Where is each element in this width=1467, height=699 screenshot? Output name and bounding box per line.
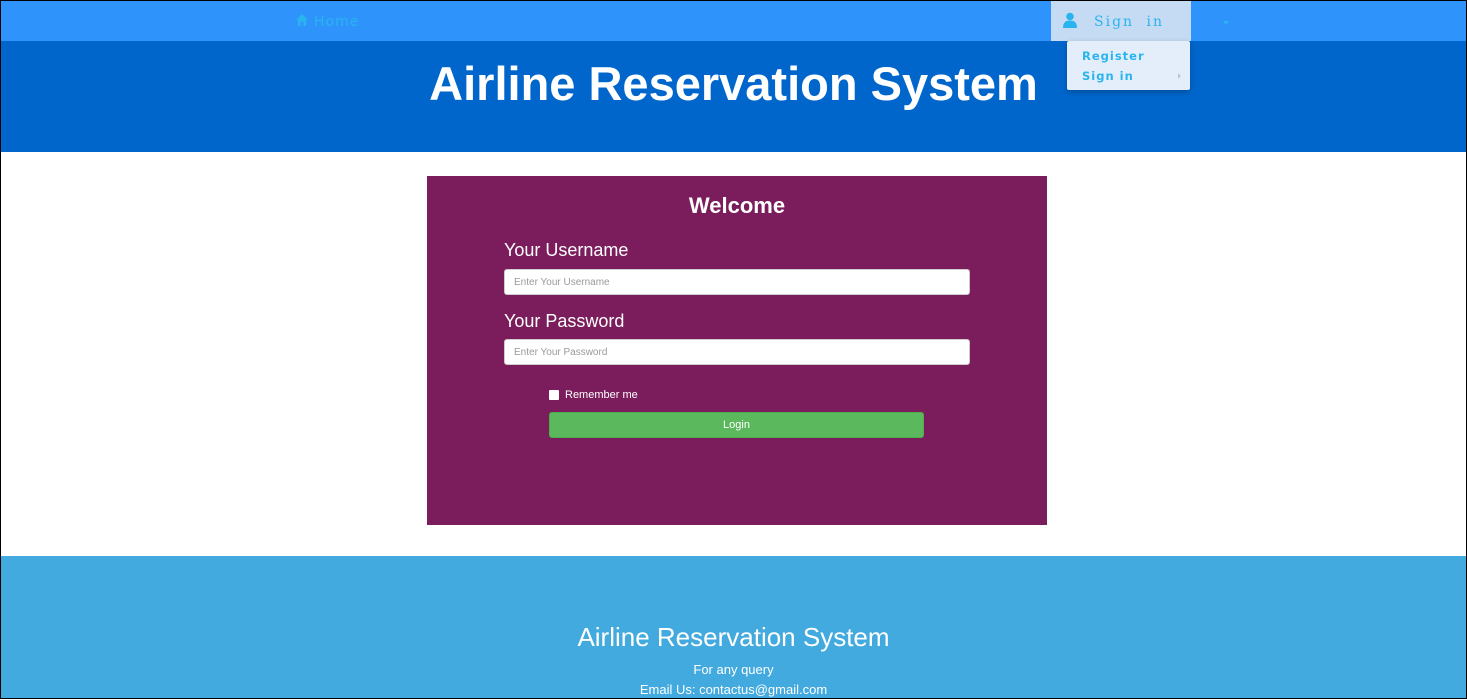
dropdown-item-signin[interactable]: Sign in bbox=[1082, 69, 1134, 83]
remember-me-label: Remember me bbox=[565, 389, 638, 401]
password-input[interactable] bbox=[504, 339, 970, 365]
chevron-right-icon bbox=[1178, 73, 1181, 79]
user-icon bbox=[1063, 12, 1077, 28]
footer-query-text: For any query bbox=[693, 662, 774, 677]
remember-me-checkbox[interactable] bbox=[549, 390, 559, 400]
top-navbar: Home Sign in bbox=[0, 0, 1467, 41]
footer-email-text: Email Us: contactus@gmail.com bbox=[639, 682, 828, 697]
login-card: Welcome Your Username Your Password Reme… bbox=[427, 176, 1047, 525]
nav-home-link[interactable]: Home bbox=[295, 13, 359, 31]
page-title: Airline Reservation System bbox=[429, 57, 1038, 110]
chevron-down-icon bbox=[1223, 21, 1229, 25]
login-heading: Welcome bbox=[688, 193, 786, 218]
home-icon bbox=[295, 13, 309, 31]
signin-toggle-label: Sign in bbox=[1094, 14, 1164, 30]
signin-dropdown-menu: Register Sign in bbox=[1067, 41, 1190, 90]
nav-home-label: Home bbox=[314, 14, 360, 30]
login-button[interactable]: Login bbox=[549, 412, 924, 438]
page-header: Airline Reservation System bbox=[0, 41, 1467, 152]
dropdown-item-register[interactable]: Register bbox=[1082, 49, 1145, 63]
footer-title: Airline Reservation System bbox=[577, 622, 890, 652]
remember-me-row: Remember me bbox=[549, 389, 638, 401]
signin-dropdown-toggle[interactable]: Sign in bbox=[1051, 1, 1229, 41]
username-input[interactable] bbox=[504, 269, 970, 295]
password-label: Your Password bbox=[504, 311, 625, 331]
page-footer: Airline Reservation System For any query… bbox=[0, 556, 1467, 699]
username-label: Your Username bbox=[504, 240, 629, 260]
